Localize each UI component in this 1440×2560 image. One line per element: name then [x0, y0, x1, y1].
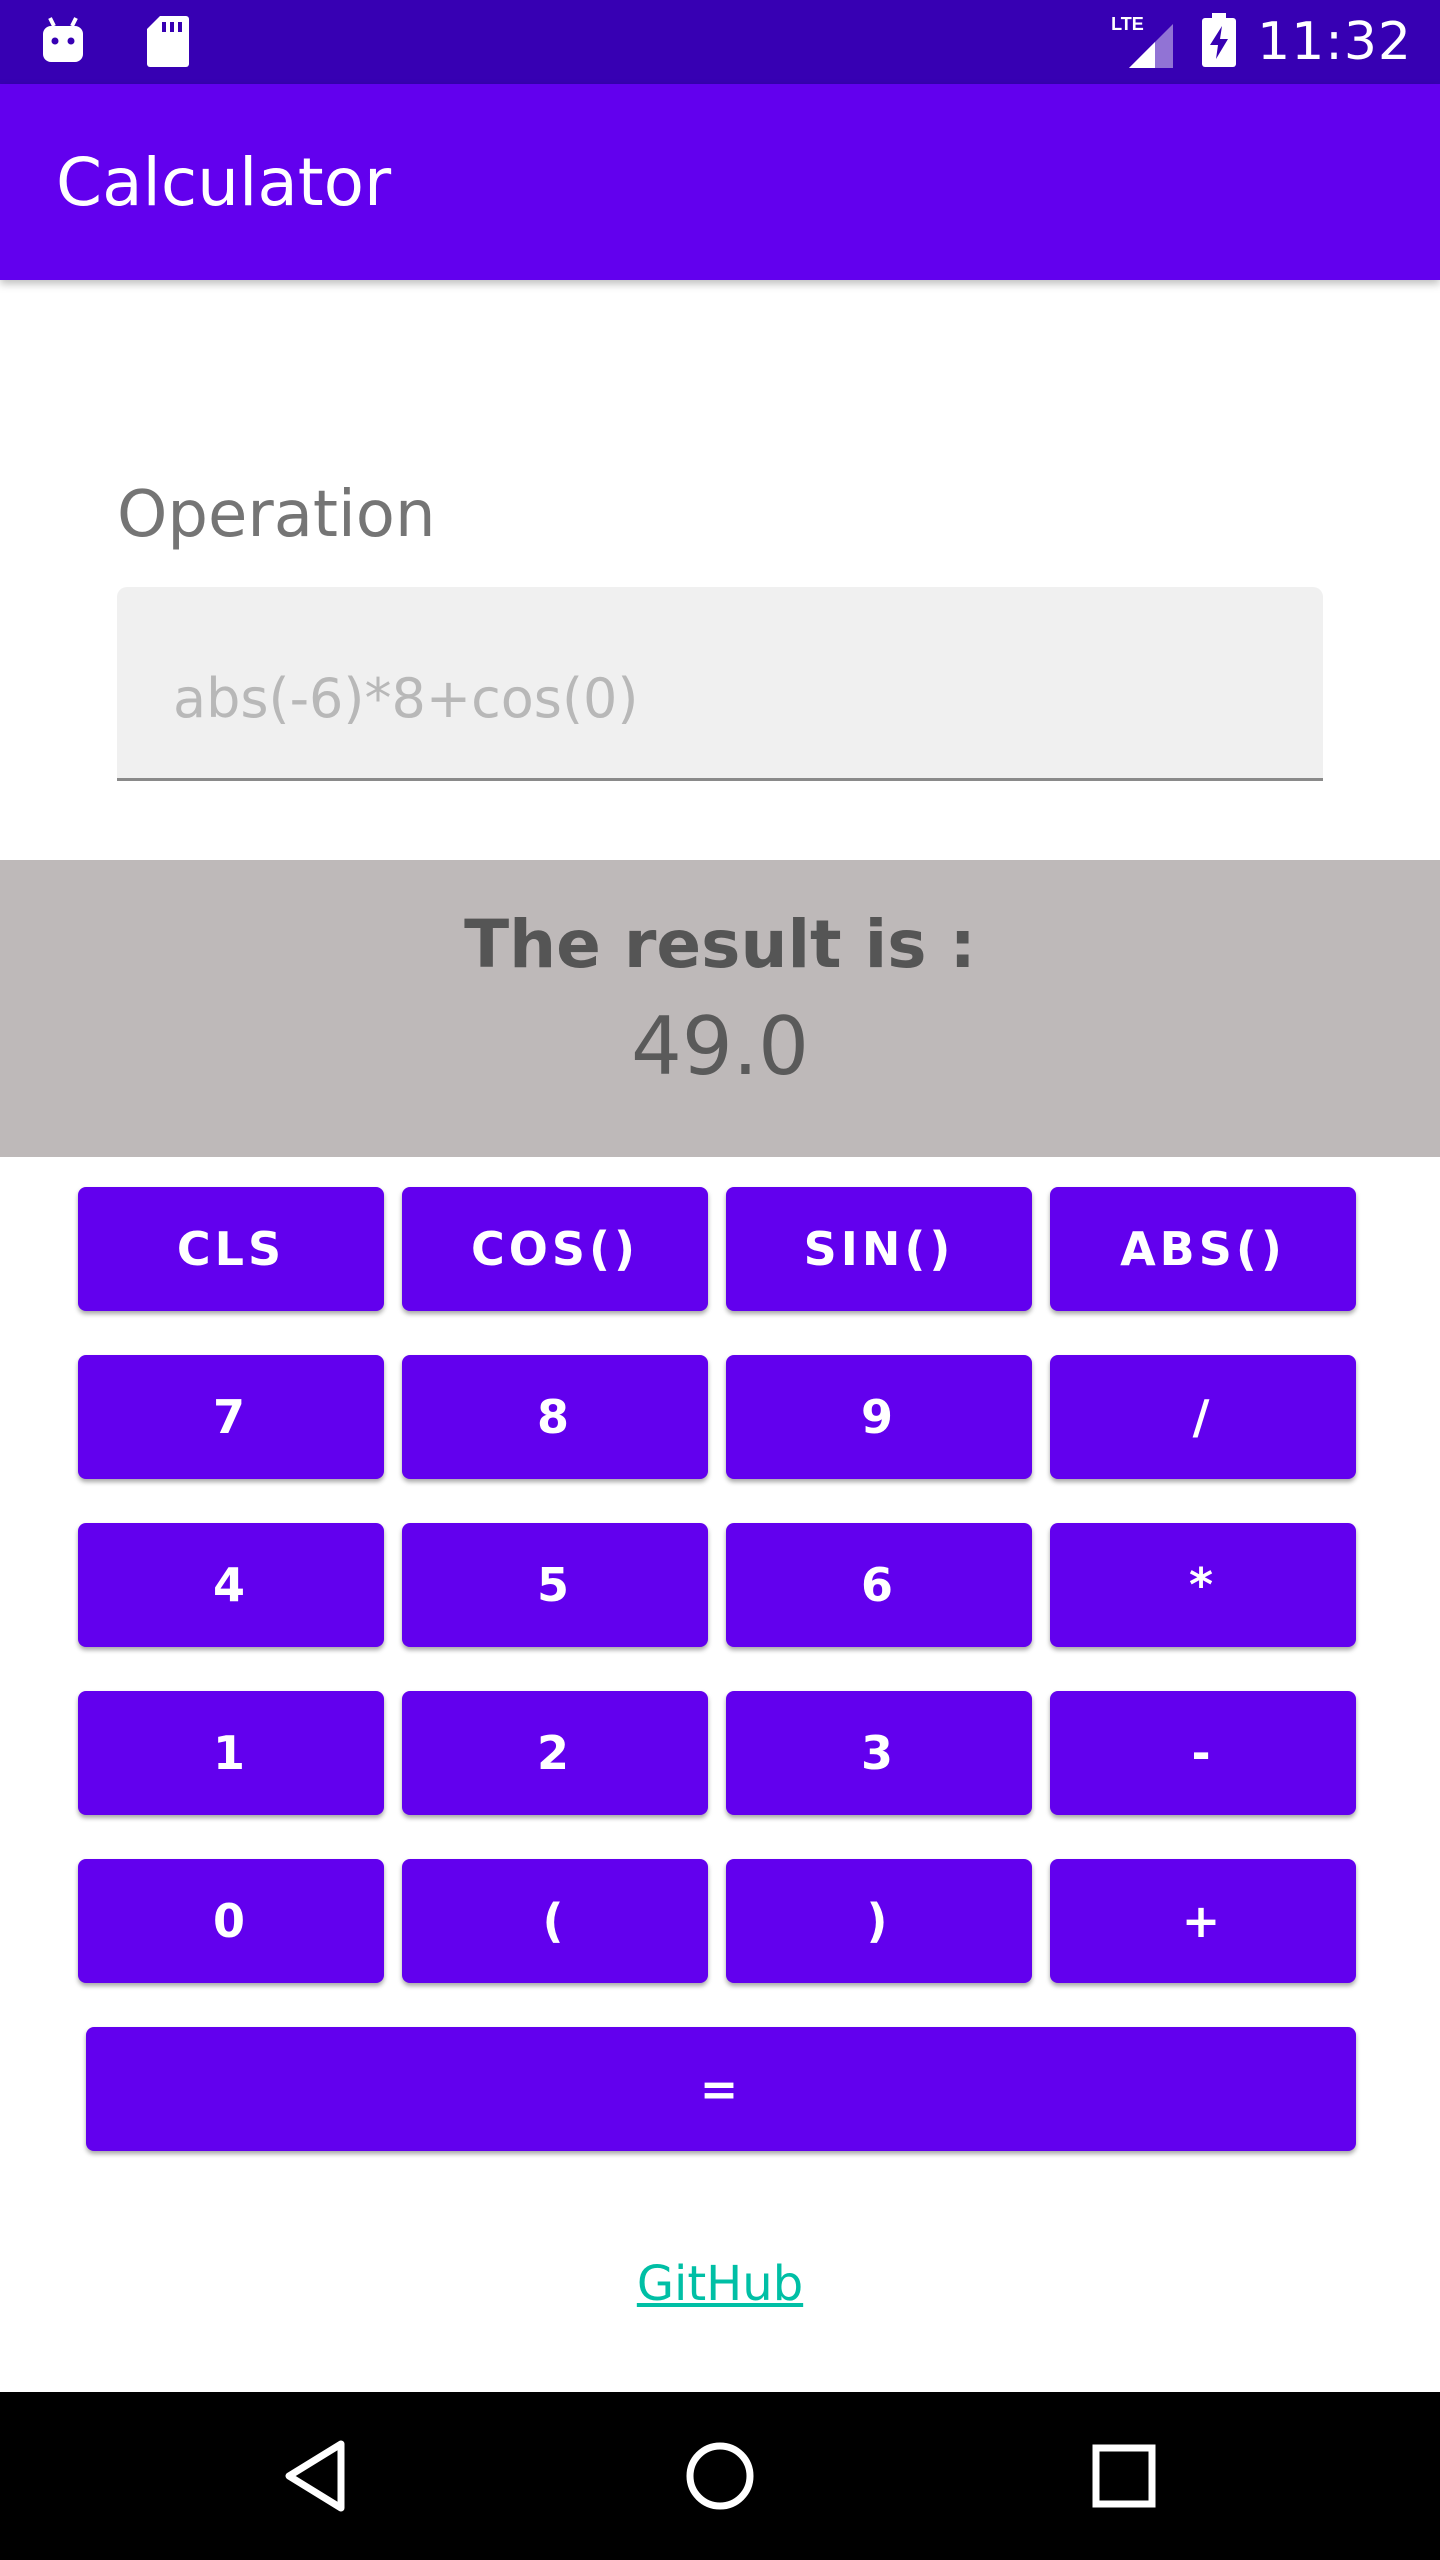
github-link-container: GitHub	[0, 2256, 1440, 2312]
home-icon[interactable]	[670, 2426, 770, 2526]
clock: 11:32	[1257, 12, 1412, 72]
digit-8-button[interactable]: 8	[402, 1355, 708, 1479]
digit-1-button[interactable]: 1	[78, 1691, 384, 1815]
github-link[interactable]: GitHub	[637, 2256, 803, 2312]
equals-button[interactable]: =	[86, 2027, 1356, 2151]
battery-charging-icon	[1201, 12, 1237, 73]
app-title: Calculator	[56, 144, 392, 221]
digit-4-button[interactable]: 4	[78, 1523, 384, 1647]
digit-7-button[interactable]: 7	[78, 1355, 384, 1479]
operation-input[interactable]	[173, 667, 1273, 730]
digit-9-button[interactable]: 9	[726, 1355, 1032, 1479]
open-paren-button[interactable]: (	[402, 1859, 708, 1983]
cos-button[interactable]: COS()	[402, 1187, 708, 1311]
cls-button[interactable]: CLS	[78, 1187, 384, 1311]
sd-card-icon	[146, 14, 190, 73]
result-label: The result is :	[464, 906, 976, 983]
add-button[interactable]: +	[1050, 1859, 1356, 1983]
result-panel: The result is : 49.0	[0, 860, 1440, 1157]
abs-button[interactable]: ABS()	[1050, 1187, 1356, 1311]
digit-3-button[interactable]: 3	[726, 1691, 1032, 1815]
subtract-button[interactable]: -	[1050, 1691, 1356, 1815]
recents-icon[interactable]	[1074, 2426, 1174, 2526]
sin-button[interactable]: SIN()	[726, 1187, 1032, 1311]
digit-5-button[interactable]: 5	[402, 1523, 708, 1647]
divide-button[interactable]: /	[1050, 1355, 1356, 1479]
operation-field[interactable]	[117, 587, 1323, 781]
navigation-bar	[0, 2392, 1440, 2560]
android-debug-icon	[40, 14, 86, 73]
operation-label: Operation	[117, 478, 436, 552]
digit-0-button[interactable]: 0	[78, 1859, 384, 1983]
close-paren-button[interactable]: )	[726, 1859, 1032, 1983]
result-value: 49.0	[630, 1000, 810, 1093]
back-icon[interactable]	[266, 2426, 366, 2526]
app-bar: Calculator	[0, 84, 1440, 280]
signal-icon: LTE	[1111, 14, 1181, 70]
status-bar: LTE 11:32	[0, 0, 1440, 84]
digit-6-button[interactable]: 6	[726, 1523, 1032, 1647]
digit-2-button[interactable]: 2	[402, 1691, 708, 1815]
multiply-button[interactable]: *	[1050, 1523, 1356, 1647]
